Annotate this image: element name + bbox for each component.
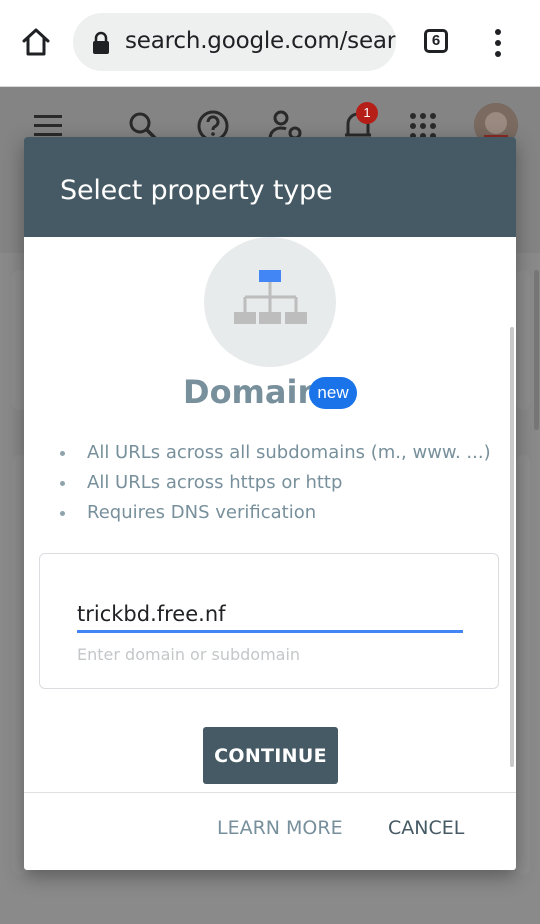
learn-more-button[interactable]: LEARN MORE: [217, 817, 343, 839]
divider: [24, 792, 516, 793]
list-item: All URLs across all subdomains (m., www.…: [60, 442, 491, 472]
menu-icon[interactable]: [34, 115, 64, 137]
feature-list: All URLs across all subdomains (m., www.…: [60, 442, 491, 532]
domain-input-hint: Enter domain or subdomain: [77, 645, 301, 664]
dialog-header: Select property type: [24, 137, 516, 237]
tabs-icon[interactable]: 6: [424, 29, 448, 53]
list-item-text: Requires DNS verification: [87, 502, 317, 523]
continue-button[interactable]: CONTINUE: [203, 727, 338, 784]
notification-badge: 1: [356, 102, 378, 124]
select-property-dialog: Select property type Domain new All URLs…: [24, 137, 516, 870]
list-item-text: All URLs across all subdomains (m., www.…: [87, 442, 491, 463]
list-item: Requires DNS verification: [60, 502, 491, 532]
background-card: [516, 455, 530, 875]
more-vert-icon[interactable]: [490, 28, 506, 58]
bullet-icon: [60, 451, 65, 456]
page-scrollbar[interactable]: [534, 270, 539, 430]
bullet-icon: [60, 481, 65, 486]
home-icon[interactable]: [20, 26, 52, 58]
list-item: All URLs across https or http: [60, 472, 491, 502]
lock-icon: [93, 31, 109, 54]
bullet-icon: [60, 511, 65, 516]
tab-count: 6: [431, 32, 441, 49]
sitemap-icon: [204, 237, 336, 367]
browser-toolbar: search.google.com/sear 6: [0, 0, 540, 87]
apps-icon[interactable]: [410, 113, 436, 139]
list-item-text: All URLs across https or http: [87, 472, 343, 493]
new-badge: new: [309, 377, 357, 409]
property-type-title: Domain: [183, 373, 321, 411]
domain-input-card: Enter domain or subdomain: [39, 553, 499, 689]
url-text: search.google.com/sear: [125, 28, 396, 54]
domain-input[interactable]: [77, 598, 463, 633]
dialog-scrollbar[interactable]: [510, 327, 514, 767]
address-bar[interactable]: search.google.com/sear: [73, 13, 396, 71]
background-card: [516, 270, 530, 410]
dialog-title: Select property type: [60, 175, 333, 206]
cancel-button[interactable]: CANCEL: [388, 817, 464, 839]
